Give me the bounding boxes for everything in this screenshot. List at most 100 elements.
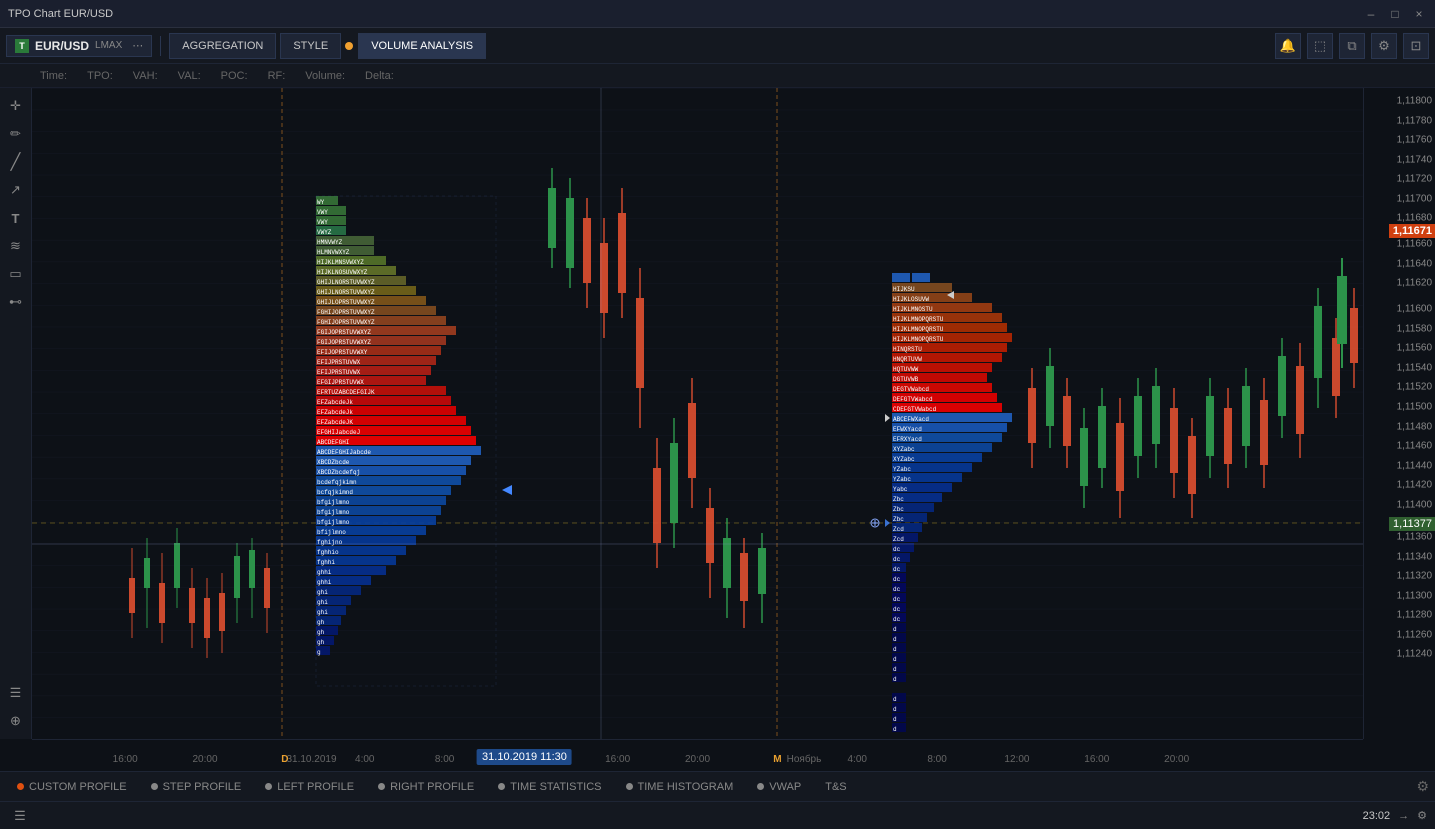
svg-text:YZabc: YZabc xyxy=(893,466,911,473)
svg-text:dc: dc xyxy=(893,556,901,563)
volume-analysis-button[interactable]: VOLUME ANALYSIS xyxy=(358,33,486,59)
style-button[interactable]: STYLE xyxy=(280,33,341,59)
svg-text:DEFGTVWabcd: DEFGTVWabcd xyxy=(893,396,933,403)
info-bar: Time: TPO: VAH: VAL: POC: RF: Volume: De… xyxy=(0,64,1435,88)
svg-text:ghhi: ghhi xyxy=(317,579,332,586)
svg-text:fghhi: fghhi xyxy=(317,559,335,566)
minimize-button[interactable]: – xyxy=(1363,6,1379,22)
svg-text:d: d xyxy=(893,656,897,663)
status-menu-btn[interactable]: ☰ xyxy=(8,804,32,828)
alert-icon-btn[interactable]: 🔔 xyxy=(1275,33,1301,59)
svg-text:HIJKLMNOSTU: HIJKLMNOSTU xyxy=(893,306,933,313)
snapshot-icon-btn[interactable]: ⬚ xyxy=(1307,33,1333,59)
arrow-tool[interactable]: ↗ xyxy=(4,178,28,202)
poc-label: POC: xyxy=(221,70,248,82)
svg-text:HIJKLMNSVWXYZ: HIJKLMNSVWXYZ xyxy=(317,259,364,266)
bottom-tab-time-histogram[interactable]: TIME HISTOGRAM xyxy=(615,776,745,798)
chart-canvas: WY VWY VWY VWYZ HMNVWYZ HLMNVWXYZ H xyxy=(32,88,1363,739)
svg-text:WY: WY xyxy=(317,199,325,206)
info-val: VAL: xyxy=(178,70,201,82)
svg-text:Zbc: Zbc xyxy=(893,496,904,503)
svg-text:HIJKLMNOPQRSTU: HIJKLMNOPQRSTU xyxy=(893,316,944,323)
toolbar-right: 🔔 ⬚ ⧉ ⚙ ⊡ xyxy=(1275,33,1429,59)
delta-label: Delta: xyxy=(365,70,394,82)
svg-text:YZabc: YZabc xyxy=(893,476,911,483)
svg-text:HIJKLMNOPQRSTU: HIJKLMNOPQRSTU xyxy=(893,326,944,333)
svg-text:d: d xyxy=(893,676,897,683)
bottom-tab-t&s[interactable]: T&S xyxy=(814,776,857,798)
tab-label: STEP PROFILE xyxy=(163,781,242,793)
time-label: 20:00 xyxy=(685,754,710,765)
compare-icon-btn[interactable]: ⧉ xyxy=(1339,33,1365,59)
time-label: Ноябрь xyxy=(787,754,822,765)
svg-text:dc: dc xyxy=(893,576,901,583)
svg-text:EFZabcdeJK: EFZabcdeJK xyxy=(317,419,353,426)
time-label: 12:00 xyxy=(1004,754,1029,765)
svg-text:Zbc: Zbc xyxy=(893,516,904,523)
price-label: 1,11460 xyxy=(1397,441,1432,452)
price-label: 1,11680 xyxy=(1397,213,1432,224)
svg-text:d: d xyxy=(893,706,897,713)
svg-text:EFWXYacd: EFWXYacd xyxy=(893,426,922,433)
chart-area[interactable]: WY VWY VWY VWYZ HMNVWYZ HLMNVWXYZ H xyxy=(32,88,1363,739)
svg-text:HIJKLMNOPQRSTU: HIJKLMNOPQRSTU xyxy=(893,336,944,343)
cursor-tool[interactable]: ✛ xyxy=(4,94,28,118)
price-label: 1,11660 xyxy=(1397,239,1432,250)
bottom-tab-time-statistics[interactable]: TIME STATISTICS xyxy=(487,776,612,798)
fib-tool[interactable]: ≋ xyxy=(4,234,28,258)
svg-text:FGIJOPRSTUVWXYZ: FGIJOPRSTUVWXYZ xyxy=(317,339,371,346)
close-button[interactable]: × xyxy=(1411,6,1427,22)
status-settings-icon[interactable]: ⚙ xyxy=(1417,809,1427,822)
bottom-tab-step-profile[interactable]: STEP PROFILE xyxy=(140,776,253,798)
tab-label: VWAP xyxy=(769,781,801,793)
price-label: 1,11780 xyxy=(1397,115,1432,126)
info-rf: RF: xyxy=(268,70,286,82)
tab-dot xyxy=(757,783,764,790)
time-label: 16:00 xyxy=(1084,754,1109,765)
toolbar: T EUR/USD LMAX ⋯ AGGREGATION STYLE VOLUM… xyxy=(0,28,1435,64)
time-label: 16:00 xyxy=(605,754,630,765)
aggregation-button[interactable]: AGGREGATION xyxy=(169,33,276,59)
main-area: ✛ ✏ ╱ ↗ T ≋ ▭ ⊷ ☰ ⊕ xyxy=(0,88,1435,739)
svg-text:EFGIJPRSTUVWX: EFGIJPRSTUVWX xyxy=(317,379,364,386)
svg-text:bcfqjkimnd: bcfqjkimnd xyxy=(317,489,353,496)
bottom-settings-icon[interactable]: ⚙ xyxy=(1416,778,1429,795)
measure-tool[interactable]: ⊷ xyxy=(4,290,28,314)
tab-dot xyxy=(265,783,272,790)
svg-text:g: g xyxy=(317,649,321,656)
price-label: 1,11240 xyxy=(1397,649,1432,660)
pencil-tool[interactable]: ✏ xyxy=(4,122,28,146)
bottom-tab-left-profile[interactable]: LEFT PROFILE xyxy=(254,776,365,798)
maximize-button[interactable]: □ xyxy=(1387,6,1403,22)
price-labels: 1,118001,117801,117601,117401,117201,117… xyxy=(1364,88,1435,739)
svg-text:HIJKLNOSUVWXYZ: HIJKLNOSUVWXYZ xyxy=(317,269,368,276)
list-tool[interactable]: ☰ xyxy=(4,681,28,705)
svg-text:FGHIJOPRSTUVWXYZ: FGHIJOPRSTUVWXYZ xyxy=(317,309,375,316)
separator-1 xyxy=(160,36,161,56)
rect-tool[interactable]: ▭ xyxy=(4,262,28,286)
fullscreen-icon-btn[interactable]: ⊡ xyxy=(1403,33,1429,59)
bottom-tab-custom-profile[interactable]: CUSTOM PROFILE xyxy=(6,776,138,798)
time-label: M xyxy=(773,754,781,765)
price-label: 1,11377 xyxy=(1389,517,1435,531)
svg-text:bfgijlmno: bfgijlmno xyxy=(317,509,350,516)
symbol-icon: T xyxy=(15,39,29,53)
line-tool[interactable]: ╱ xyxy=(4,150,28,174)
price-label: 1,11640 xyxy=(1397,258,1432,269)
text-tool[interactable]: T xyxy=(4,206,28,230)
time-label: Time: xyxy=(40,70,67,82)
symbol-selector[interactable]: T EUR/USD LMAX ⋯ xyxy=(6,35,152,57)
svg-text:HIJKSU: HIJKSU xyxy=(893,286,915,293)
price-label: 1,11600 xyxy=(1397,304,1432,315)
price-label: 1,11440 xyxy=(1397,460,1432,471)
svg-text:FGHIJOPRSTUVWXYZ: FGHIJOPRSTUVWXYZ xyxy=(317,319,375,326)
symbol-settings-icon[interactable]: ⋯ xyxy=(132,39,143,52)
add-tool[interactable]: ⊕ xyxy=(4,709,28,733)
settings-icon-btn[interactable]: ⚙ xyxy=(1371,33,1397,59)
svg-text:fghhio: fghhio xyxy=(317,549,339,556)
bottom-tab-vwap[interactable]: VWAP xyxy=(746,776,812,798)
bottom-tab-right-profile[interactable]: RIGHT PROFILE xyxy=(367,776,485,798)
svg-text:EFRTUZABCDEFGIJK: EFRTUZABCDEFGIJK xyxy=(317,389,375,396)
time-label: 16:00 xyxy=(113,754,138,765)
svg-text:gh: gh xyxy=(317,619,325,626)
